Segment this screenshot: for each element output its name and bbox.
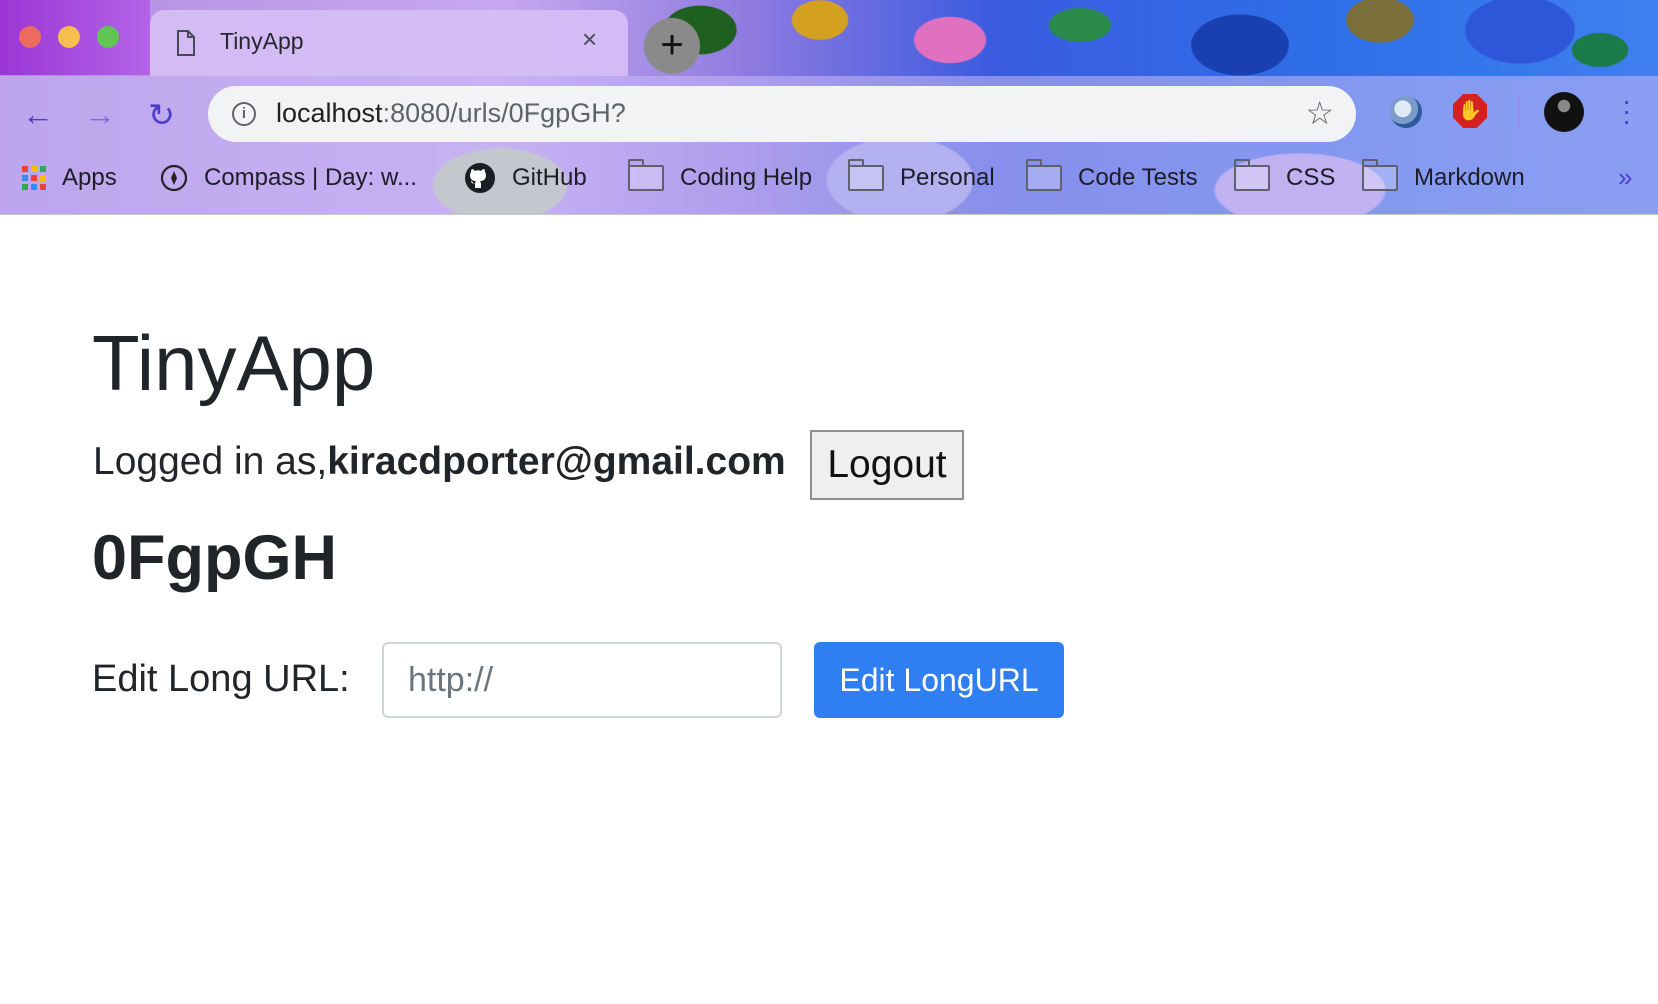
- close-tab-icon[interactable]: ×: [582, 24, 597, 55]
- folder-icon: [1026, 159, 1062, 191]
- page-icon: [177, 30, 195, 56]
- folder-icon: [1234, 159, 1270, 191]
- kebab-menu-icon[interactable]: · · ·: [1622, 87, 1631, 135]
- url-host: localhost: [276, 98, 383, 128]
- bookmark-label: CSS: [1286, 164, 1336, 191]
- new-tab-button[interactable]: +: [644, 18, 700, 74]
- toolbar-divider: [1518, 98, 1520, 128]
- bookmark-folder-markdown[interactable]: Markdown: [1362, 159, 1525, 196]
- close-window-button[interactable]: [19, 26, 41, 48]
- bookmark-folder-code-tests[interactable]: Code Tests: [1026, 159, 1198, 196]
- bookmarks-overflow-icon[interactable]: »: [1618, 162, 1632, 193]
- compass-icon: [160, 164, 188, 192]
- edit-long-url-label: Edit Long URL:: [92, 658, 350, 700]
- url-path: :8080/urls/0FgpGH?: [382, 98, 626, 128]
- tab-tinyapp[interactable]: TinyApp ×: [150, 10, 628, 76]
- bookmark-label: Personal: [900, 164, 995, 191]
- minimize-window-button[interactable]: [58, 26, 80, 48]
- info-icon[interactable]: i: [232, 102, 256, 126]
- back-icon[interactable]: ←: [22, 96, 54, 133]
- maximize-window-button[interactable]: [97, 26, 119, 48]
- profile-avatar[interactable]: [1544, 92, 1584, 132]
- bookmark-label: Coding Help: [680, 164, 813, 191]
- login-status: Logged in as,kiracdporter@gmail.com: [93, 440, 786, 484]
- forward-icon[interactable]: →: [84, 96, 116, 133]
- bookmark-github[interactable]: GitHub: [464, 160, 587, 196]
- long-url-input[interactable]: [382, 642, 782, 718]
- folder-icon: [628, 159, 664, 191]
- folder-icon: [848, 159, 884, 191]
- bookmark-label: Apps: [62, 164, 117, 191]
- extension-icon[interactable]: [1390, 96, 1422, 128]
- bookmark-apps[interactable]: Apps: [22, 160, 117, 196]
- reload-icon[interactable]: ↻: [148, 96, 175, 134]
- logged-in-prefix: Logged in as,: [93, 440, 328, 483]
- short-url-id: 0FgpGH: [92, 523, 337, 593]
- url-text[interactable]: localhost:8080/urls/0FgpGH?: [276, 98, 626, 129]
- bookmark-label: Markdown: [1414, 164, 1525, 191]
- bookmark-star-icon[interactable]: ☆: [1305, 94, 1334, 132]
- user-email: kiracdporter@gmail.com: [327, 440, 786, 483]
- tab-title: TinyApp: [220, 28, 304, 54]
- chrome-divider: [0, 214, 1658, 215]
- apps-grid-icon: [22, 166, 46, 190]
- bookmark-compass[interactable]: Compass | Day: w...: [160, 160, 417, 196]
- bookmark-folder-personal[interactable]: Personal: [848, 159, 995, 196]
- github-icon: [465, 163, 495, 193]
- bookmark-folder-coding-help[interactable]: Coding Help: [628, 159, 813, 196]
- page-title: TinyApp: [92, 319, 376, 407]
- edit-longurl-button[interactable]: Edit LongURL: [814, 642, 1064, 718]
- bookmark-label: GitHub: [512, 164, 587, 191]
- bookmarks-bar: Apps Compass | Day: w... GitHub Coding H…: [0, 159, 1658, 196]
- browser-chrome: TinyApp × + ← → ↻ i localhost:8080/urls/…: [0, 0, 1658, 215]
- folder-icon: [1362, 159, 1398, 191]
- bookmark-label: Code Tests: [1078, 164, 1198, 191]
- bookmark-label: Compass | Day: w...: [204, 164, 417, 191]
- logout-button[interactable]: Logout: [810, 430, 964, 500]
- address-bar[interactable]: i localhost:8080/urls/0FgpGH? ☆: [208, 86, 1356, 142]
- bookmark-folder-css[interactable]: CSS: [1234, 159, 1336, 196]
